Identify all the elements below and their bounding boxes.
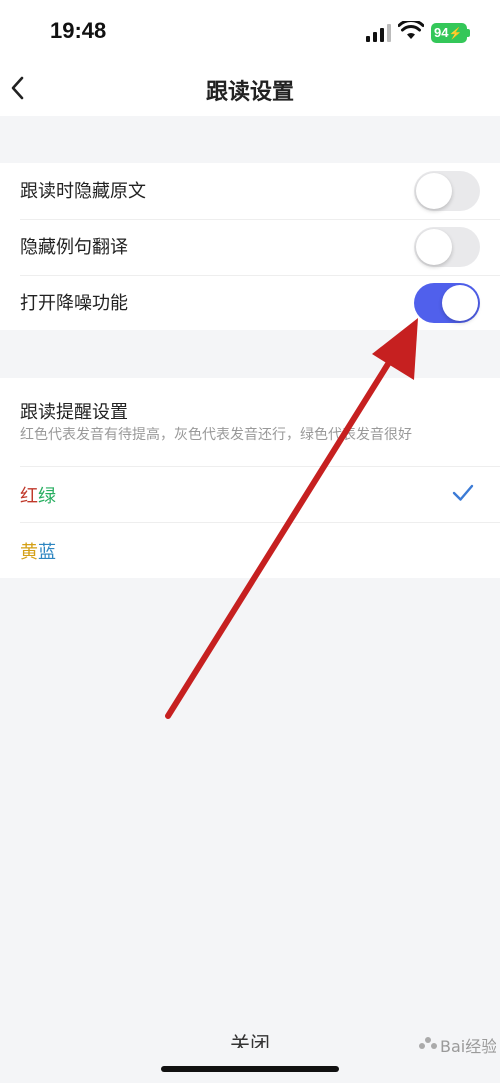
charging-bolt-icon: ⚡ xyxy=(448,28,463,40)
toggle-knob xyxy=(416,173,452,209)
watermark-text: Bai经验 xyxy=(440,1037,496,1056)
setting-label: 隐藏例句翻译 xyxy=(20,237,128,258)
option-color-1: 黄 xyxy=(20,542,38,563)
battery-icon: 94⚡ xyxy=(431,23,467,43)
section-title: 跟读提醒设置 xyxy=(20,402,128,423)
noise-reduction-toggle[interactable] xyxy=(414,283,480,323)
home-indicator[interactable] xyxy=(161,1066,339,1072)
option-color-2: 绿 xyxy=(38,486,56,507)
cellular-signal-icon xyxy=(366,24,391,42)
wifi-icon xyxy=(398,21,424,39)
color-option-red-green[interactable]: 红绿 xyxy=(0,466,500,522)
setting-row-hide-translation: 隐藏例句翻译 xyxy=(0,219,500,275)
option-label: 红绿 xyxy=(20,482,56,508)
option-label: 黄蓝 xyxy=(20,538,56,564)
option-color-2: 蓝 xyxy=(38,542,56,563)
toggle-knob xyxy=(442,285,478,321)
setting-row-noise-reduction: 打开降噪功能 xyxy=(0,275,500,331)
status-time: 19:48 xyxy=(50,18,107,43)
toggle-settings-card: 跟读时隐藏原文 隐藏例句翻译 打开降噪功能 xyxy=(0,163,500,330)
reminder-settings-card: 跟读提醒设置 红色代表发音有待提高，灰色代表发音还行，绿色代表发音很好 红绿 黄… xyxy=(0,378,500,578)
battery-level: 94 xyxy=(434,25,449,40)
battery-tip xyxy=(467,29,470,37)
setting-label: 打开降噪功能 xyxy=(20,293,128,314)
section-subtitle: 红色代表发音有待提高，灰色代表发音还行，绿色代表发音很好 xyxy=(20,427,412,443)
baidu-jingyan-watermark: Bai经验 xyxy=(419,1037,496,1056)
setting-label: 跟读时隐藏原文 xyxy=(20,181,146,202)
option-color-1: 红 xyxy=(20,486,38,507)
page-title: 跟读设置 xyxy=(205,80,294,105)
status-bar: 19:48 94⚡ xyxy=(0,0,500,62)
color-option-yellow-blue[interactable]: 黄蓝 xyxy=(0,522,500,578)
setting-row-hide-original: 跟读时隐藏原文 xyxy=(0,163,500,219)
toggle-knob xyxy=(416,229,452,265)
navigation-bar: 跟读设置 xyxy=(0,62,500,116)
check-icon xyxy=(452,484,474,501)
hide-translation-toggle[interactable] xyxy=(414,227,480,267)
hide-original-toggle[interactable] xyxy=(414,171,480,211)
